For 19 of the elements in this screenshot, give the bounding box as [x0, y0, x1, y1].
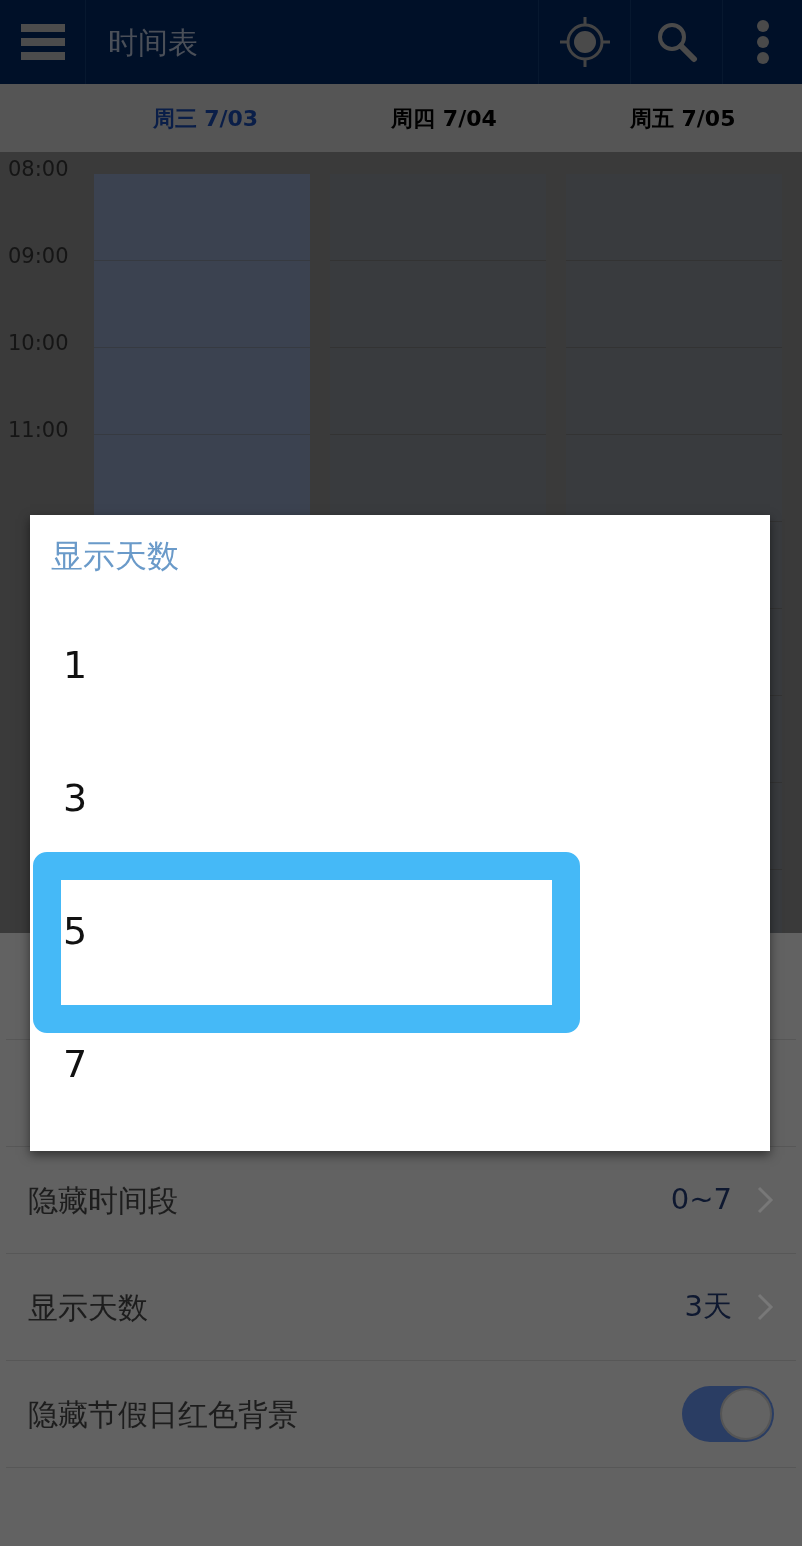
toggle-switch[interactable]: [682, 1386, 774, 1442]
day-header[interactable]: 周四 7/04: [324, 101, 564, 135]
option-item[interactable]: 5: [63, 909, 88, 953]
setting-label[interactable]: 隐藏时间段: [28, 1177, 671, 1223]
day-header[interactable]: 周五 7/05: [563, 101, 802, 135]
option-item[interactable]: 7: [63, 1042, 88, 1086]
setting-label[interactable]: 隐藏节假日红色背景: [28, 1391, 682, 1437]
dialog-title: 显示天数: [50, 536, 180, 577]
search-icon[interactable]: [655, 21, 698, 63]
setting-value: 3天: [684, 1288, 732, 1326]
option-item[interactable]: 3: [63, 776, 88, 820]
more-icon[interactable]: [755, 19, 770, 65]
locate-icon[interactable]: [559, 17, 610, 67]
option-item[interactable]: 1: [63, 643, 88, 687]
menu-icon[interactable]: [20, 24, 65, 60]
app-title: 时间表: [108, 23, 199, 62]
setting-value: 0~7: [670, 1181, 732, 1219]
setting-label[interactable]: 显示天数: [28, 1284, 685, 1330]
day-header[interactable]: 周三 7/03: [86, 101, 325, 135]
